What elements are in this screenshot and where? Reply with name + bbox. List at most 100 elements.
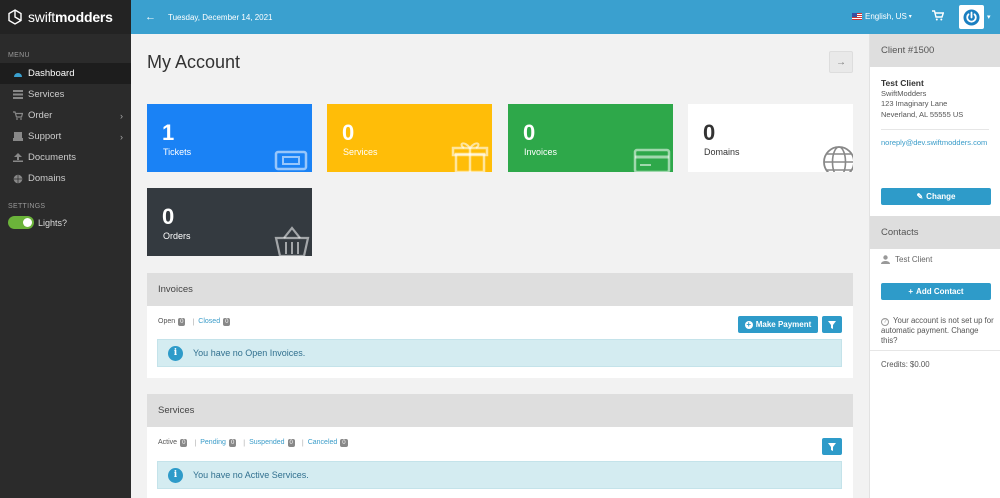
cart-icon[interactable] xyxy=(932,10,945,23)
tile-label: Orders xyxy=(163,231,191,241)
main-content: My Account → 1 Tickets 0 Services 0 Invo… xyxy=(131,34,869,498)
add-contact-label: Add Contact xyxy=(916,287,964,296)
forward-button[interactable]: → xyxy=(829,51,853,73)
info-icon: i xyxy=(168,345,183,361)
services-panel: Services Active 0 | Pending 0 | Suspended 0… xyxy=(147,394,853,498)
documents-icon xyxy=(12,153,23,163)
sidebar: swiftmodders MENU Dashboard Services Ord… xyxy=(0,0,131,498)
client-sidebar: Client #1500 Test Client SwiftModders 12… xyxy=(869,34,1000,498)
divider: | xyxy=(192,318,195,326)
contacts-heading: Contacts xyxy=(870,216,1000,249)
chevron-right-icon: › xyxy=(120,131,123,142)
arrow-right-icon: → xyxy=(836,56,846,68)
globe-icon xyxy=(823,146,853,172)
brand-logo[interactable]: swiftmodders xyxy=(0,0,131,34)
change-button[interactable]: ✎ Change xyxy=(881,188,991,205)
divider: | xyxy=(243,439,246,447)
sidebar-menu: Dashboard Services Order › Support › Doc… xyxy=(0,63,131,189)
filter-active[interactable]: Active 0 xyxy=(158,439,190,447)
client-heading: Client #1500 xyxy=(870,34,1000,67)
filter-open[interactable]: Open 0 xyxy=(158,318,188,326)
credits-balance: Credits: $0.00 xyxy=(870,350,1000,369)
sidebar-item-label: Domains xyxy=(28,173,66,184)
client-email[interactable]: noreply@dev.swiftmodders.com xyxy=(881,129,989,149)
count-badge: 0 xyxy=(180,439,188,447)
tile-count: 1 xyxy=(162,120,175,145)
sidebar-item-dashboard[interactable]: Dashboard xyxy=(0,63,131,84)
divider: | xyxy=(194,439,197,447)
service-filter-button[interactable] xyxy=(822,438,842,455)
tile-count: 0 xyxy=(523,120,536,145)
gift-box-icon xyxy=(451,142,489,172)
filter-suspended[interactable]: Suspended 0 xyxy=(249,439,298,447)
no-services-alert: i You have no Active Services. xyxy=(157,461,842,489)
tile-label: Invoices xyxy=(524,147,558,157)
autopay-notice[interactable]: ? Your account is not set up for automat… xyxy=(881,316,994,346)
chevron-down-icon[interactable]: ▾ xyxy=(987,13,991,21)
ticket-icon xyxy=(274,150,308,171)
add-contact-button[interactable]: + Add Contact xyxy=(881,283,991,300)
services-icon xyxy=(12,90,23,100)
credit-card-icon xyxy=(633,148,671,172)
user-avatar[interactable] xyxy=(959,5,984,29)
filter-pending[interactable]: Pending 0 xyxy=(200,439,239,447)
services-tile[interactable]: 0 Services xyxy=(327,104,492,172)
invoice-filter-button[interactable] xyxy=(822,316,842,333)
client-details: Test Client SwiftModders 123 Imaginary L… xyxy=(870,67,1000,120)
tile-count: 0 xyxy=(162,204,175,229)
count-badge: 0 xyxy=(178,318,186,326)
menu-heading: MENU xyxy=(8,52,30,59)
contact-name: Test Client xyxy=(895,255,933,264)
dashboard-icon xyxy=(12,69,23,79)
no-invoices-alert: i You have no Open Invoices. xyxy=(157,339,842,367)
orders-tile[interactable]: 0 Orders xyxy=(147,188,312,256)
autopay-text: Your account is not set up for automatic… xyxy=(881,316,994,345)
lights-label: Lights? xyxy=(38,217,68,228)
info-icon: i xyxy=(168,467,183,483)
tile-count: 0 xyxy=(703,120,716,145)
globe-icon xyxy=(12,174,23,184)
contact-item[interactable]: Test Client xyxy=(881,255,932,264)
client-name: Test Client xyxy=(881,78,924,88)
logo-text: swiftmodders xyxy=(28,9,113,25)
sidebar-item-label: Services xyxy=(28,89,65,100)
user-icon xyxy=(881,255,890,264)
service-filters: Active 0 | Pending 0 | Suspended 0 | Cancel… xyxy=(158,439,351,447)
logo-mark-icon xyxy=(8,9,22,25)
page-title: My Account xyxy=(147,52,241,72)
lights-toggle[interactable] xyxy=(8,216,34,229)
sidebar-item-documents[interactable]: Documents xyxy=(0,147,131,168)
invoices-panel: Invoices Open 0 | Closed 0 + Make Payment … xyxy=(147,273,853,378)
tile-count: 0 xyxy=(342,120,355,145)
sidebar-item-services[interactable]: Services xyxy=(0,84,131,105)
filter-closed[interactable]: Closed 0 xyxy=(198,318,233,326)
count-badge: 0 xyxy=(223,318,231,326)
settings-heading: SETTINGS xyxy=(8,203,46,210)
tickets-tile[interactable]: 1 Tickets xyxy=(147,104,312,172)
current-date: Tuesday, December 14, 2021 xyxy=(168,12,273,22)
client-address-line1: 123 Imaginary Lane xyxy=(881,99,948,108)
language-label: English, US xyxy=(865,12,907,21)
divider: | xyxy=(301,439,304,447)
plus-circle-icon: + xyxy=(744,319,753,329)
sidebar-item-domains[interactable]: Domains xyxy=(0,168,131,189)
support-icon xyxy=(12,132,23,142)
invoices-tile[interactable]: 0 Invoices xyxy=(508,104,673,172)
count-badge: 0 xyxy=(340,439,348,447)
chevron-down-icon: ▾ xyxy=(908,14,912,20)
change-label: Change xyxy=(926,192,956,201)
count-badge: 0 xyxy=(228,439,237,447)
sidebar-item-order[interactable]: Order › xyxy=(0,105,131,126)
chevron-right-icon: › xyxy=(120,110,123,121)
us-flag-icon xyxy=(852,13,862,20)
sidebar-item-label: Dashboard xyxy=(28,68,75,79)
lights-setting: Lights? xyxy=(0,210,131,229)
language-selector[interactable]: English, US ▾ xyxy=(852,12,912,21)
filter-canceled[interactable]: Canceled 0 xyxy=(308,439,351,447)
domains-tile[interactable]: 0 Domains xyxy=(688,104,853,172)
sidebar-item-support[interactable]: Support › xyxy=(0,126,131,147)
make-payment-button[interactable]: + Make Payment xyxy=(738,316,818,333)
back-arrow-icon[interactable]: ← xyxy=(145,11,156,23)
pencil-icon: ✎ xyxy=(916,192,924,201)
sidebar-item-label: Documents xyxy=(28,152,77,163)
